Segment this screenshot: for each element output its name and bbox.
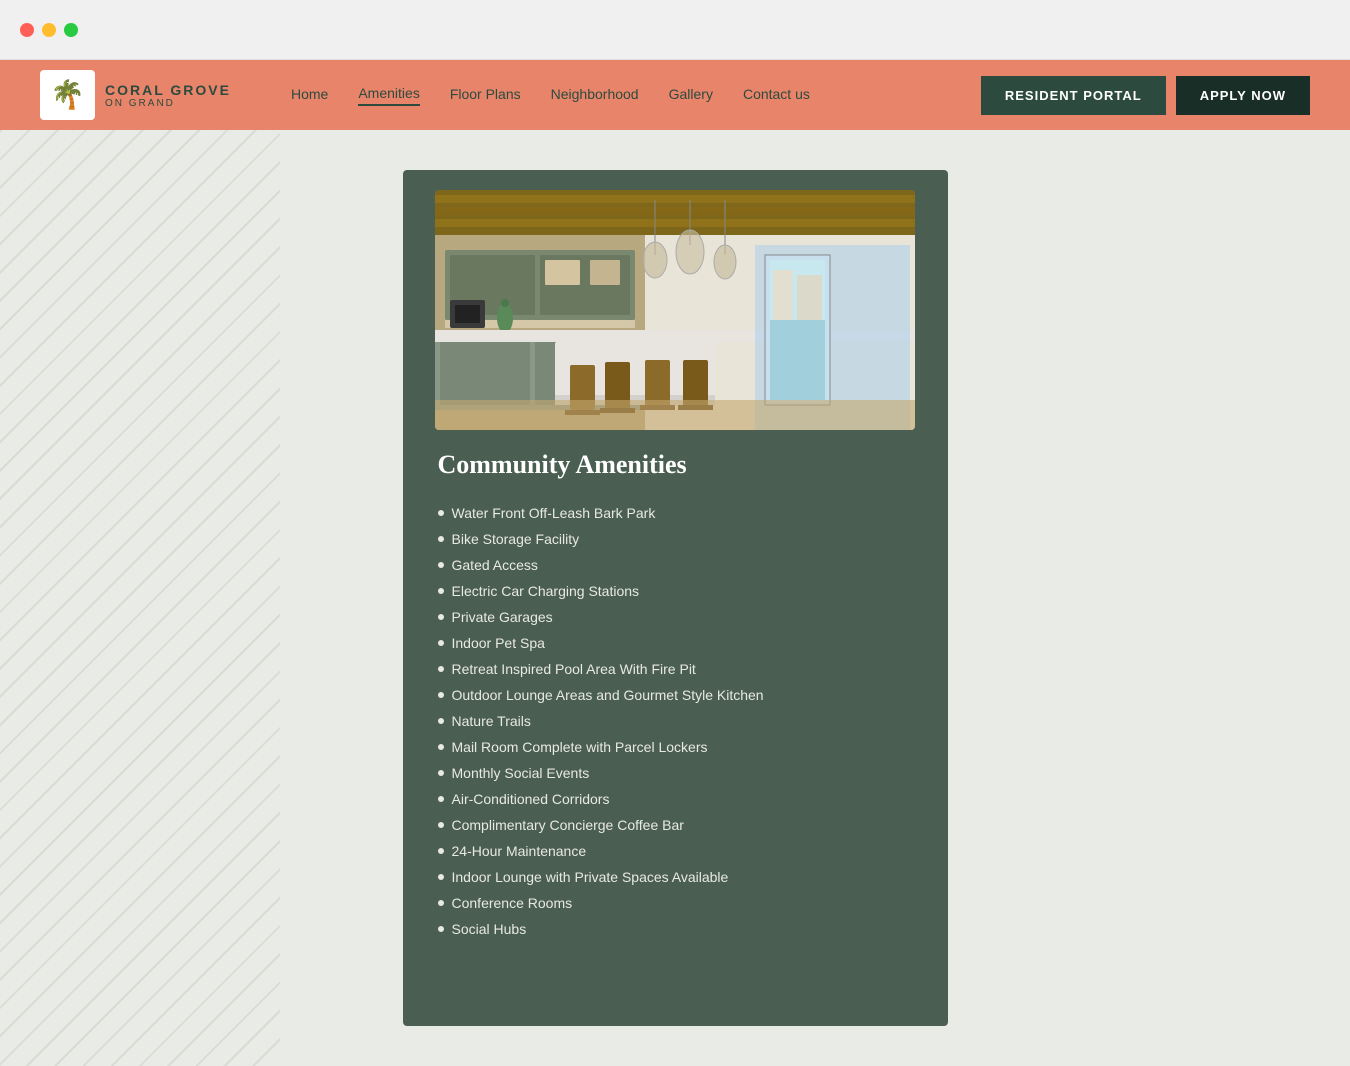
amenity-label: Electric Car Charging Stations: [452, 583, 640, 599]
amenities-content: Community Amenities Water Front Off-Leas…: [403, 430, 948, 952]
amenity-label: Complimentary Concierge Coffee Bar: [452, 817, 684, 833]
browser-dot-red[interactable]: [20, 23, 34, 37]
bullet-icon: [438, 744, 444, 750]
logo-text-area: CORAL GROVE ON GRAND: [105, 82, 231, 109]
list-item: Gated Access: [438, 552, 913, 578]
amenity-list: Water Front Off-Leash Bark Park Bike Stor…: [438, 500, 913, 942]
list-item: Conference Rooms: [438, 890, 913, 916]
list-item: Private Garages: [438, 604, 913, 630]
header-buttons: RESIDENT PORTAL APPLY NOW: [981, 76, 1310, 115]
bullet-icon: [438, 874, 444, 880]
bullet-icon: [438, 900, 444, 906]
main-card: Community Amenities Water Front Off-Leas…: [403, 170, 948, 1026]
list-item: Electric Car Charging Stations: [438, 578, 913, 604]
amenity-label: Mail Room Complete with Parcel Lockers: [452, 739, 708, 755]
bullet-icon: [438, 562, 444, 568]
list-item: Indoor Lounge with Private Spaces Availa…: [438, 864, 913, 890]
amenity-label: Conference Rooms: [452, 895, 573, 911]
bullet-icon: [438, 640, 444, 646]
browser-dot-green[interactable]: [64, 23, 78, 37]
list-item: Monthly Social Events: [438, 760, 913, 786]
list-item: Mail Room Complete with Parcel Lockers: [438, 734, 913, 760]
bullet-icon: [438, 926, 444, 932]
logo-box: 🌴: [40, 70, 95, 120]
palm-icon: 🌴: [50, 78, 85, 112]
list-item: Indoor Pet Spa: [438, 630, 913, 656]
logo-area: 🌴 CORAL GROVE ON GRAND: [40, 70, 231, 120]
logo-subtitle: ON GRAND: [105, 98, 231, 109]
amenity-label: Nature Trails: [452, 713, 531, 729]
section-title: Community Amenities: [438, 450, 913, 480]
main-nav: Home Amenities Floor Plans Neighborhood …: [291, 85, 981, 106]
nav-amenities[interactable]: Amenities: [358, 85, 419, 106]
bullet-icon: [438, 614, 444, 620]
bullet-icon: [438, 796, 444, 802]
nav-gallery[interactable]: Gallery: [669, 86, 713, 105]
nav-floor-plans[interactable]: Floor Plans: [450, 86, 521, 105]
amenity-label: Private Garages: [452, 609, 553, 625]
amenity-label: Indoor Lounge with Private Spaces Availa…: [452, 869, 729, 885]
bullet-icon: [438, 718, 444, 724]
list-item: Water Front Off-Leash Bark Park: [438, 500, 913, 526]
list-item: Air-Conditioned Corridors: [438, 786, 913, 812]
amenity-label: Retreat Inspired Pool Area With Fire Pit: [452, 661, 696, 677]
amenity-label: 24-Hour Maintenance: [452, 843, 587, 859]
list-item: Outdoor Lounge Areas and Gourmet Style K…: [438, 682, 913, 708]
bullet-icon: [438, 848, 444, 854]
amenity-label: Outdoor Lounge Areas and Gourmet Style K…: [452, 687, 764, 703]
apply-now-button[interactable]: APPLY NOW: [1176, 76, 1310, 115]
browser-chrome: [0, 0, 1350, 60]
amenity-label: Social Hubs: [452, 921, 527, 937]
bullet-icon: [438, 536, 444, 542]
bullet-icon: [438, 822, 444, 828]
site-header: 🌴 CORAL GROVE ON GRAND Home Amenities Fl…: [0, 60, 1350, 130]
list-item: Bike Storage Facility: [438, 526, 913, 552]
bullet-icon: [438, 510, 444, 516]
nav-contact[interactable]: Contact us: [743, 86, 810, 105]
amenity-label: Gated Access: [452, 557, 538, 573]
resident-portal-button[interactable]: RESIDENT PORTAL: [981, 76, 1166, 115]
nav-neighborhood[interactable]: Neighborhood: [551, 86, 639, 105]
browser-dot-yellow[interactable]: [42, 23, 56, 37]
page-content: Community Amenities Water Front Off-Leas…: [0, 130, 1350, 1066]
amenity-label: Indoor Pet Spa: [452, 635, 545, 651]
list-item: Retreat Inspired Pool Area With Fire Pit: [438, 656, 913, 682]
background-pattern: [0, 130, 280, 1066]
amenity-label: Monthly Social Events: [452, 765, 590, 781]
list-item: Social Hubs: [438, 916, 913, 942]
amenity-label: Bike Storage Facility: [452, 531, 580, 547]
bullet-icon: [438, 692, 444, 698]
list-item: Nature Trails: [438, 708, 913, 734]
list-item: Complimentary Concierge Coffee Bar: [438, 812, 913, 838]
logo-title: CORAL GROVE: [105, 82, 231, 98]
amenity-label: Air-Conditioned Corridors: [452, 791, 610, 807]
list-item: 24-Hour Maintenance: [438, 838, 913, 864]
nav-home[interactable]: Home: [291, 86, 328, 105]
amenity-label: Water Front Off-Leash Bark Park: [452, 505, 656, 521]
interior-photo: [435, 190, 915, 430]
bullet-icon: [438, 588, 444, 594]
bullet-icon: [438, 770, 444, 776]
bullet-icon: [438, 666, 444, 672]
